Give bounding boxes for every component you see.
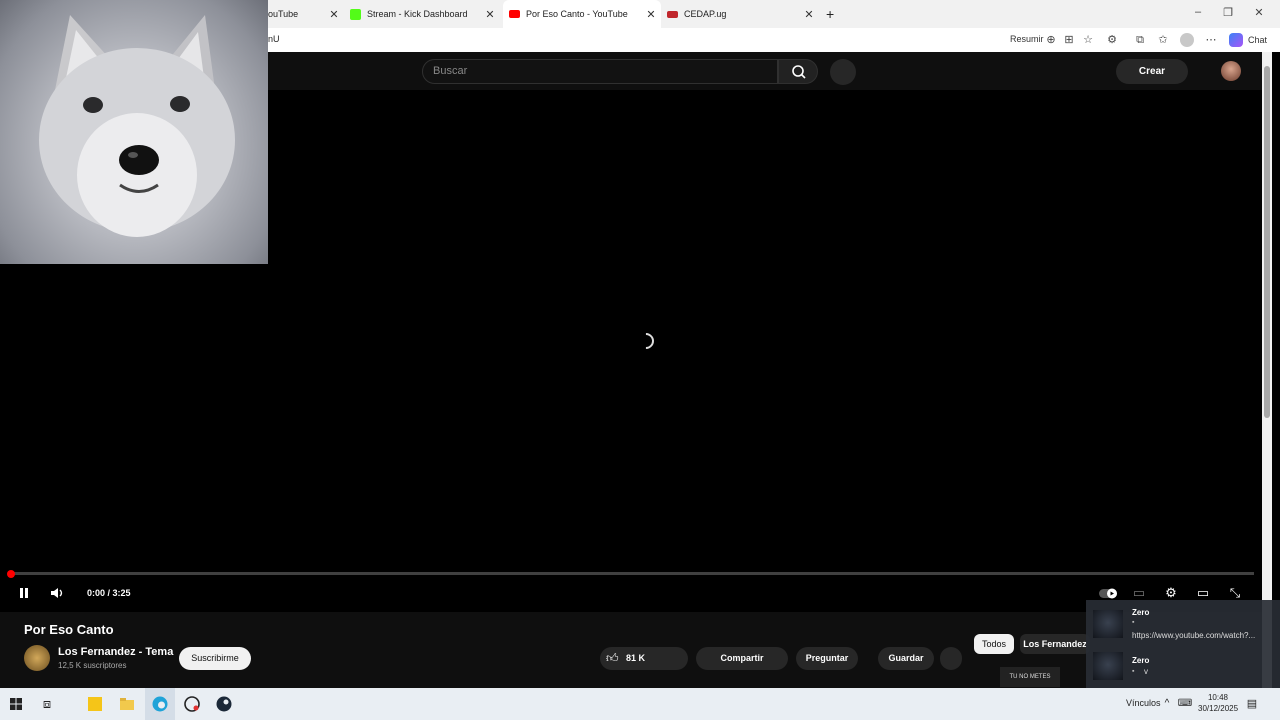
share-button[interactable]: Compartir <box>696 647 788 670</box>
clock-time: 10:48 <box>1207 693 1229 702</box>
thumbs-up-icon: 👍︎ <box>606 651 619 665</box>
volume-button[interactable] <box>48 585 66 601</box>
chat-username: Zero <box>1132 656 1150 665</box>
video-title: Por Eso Canto <box>24 622 114 637</box>
youtube-icon <box>509 10 520 18</box>
chat-badge-icon: ▪ <box>1132 668 1135 675</box>
voice-search-button[interactable] <box>830 59 856 85</box>
chat-label[interactable]: Chat <box>1248 35 1267 45</box>
webcam-overlay <box>0 0 268 264</box>
channel-name[interactable]: Los Fernandez - Tema <box>58 646 173 658</box>
steam-logo-icon <box>216 696 232 712</box>
chip-channel[interactable]: Los Fernandez <box>1020 634 1090 654</box>
chat-message: v <box>1144 667 1148 676</box>
address-bar[interactable]: nU <box>268 34 280 44</box>
close-tab-icon[interactable]: ✕ <box>328 8 340 21</box>
channel-avatar[interactable] <box>24 645 50 671</box>
tab-label: Por Eso Canto - YouTube <box>526 9 628 19</box>
avatar[interactable] <box>1221 61 1241 81</box>
recommended-thumbnail[interactable]: TU NO METES CABRA <box>1000 667 1060 700</box>
plus-icon: + <box>826 6 835 22</box>
tab-youtube[interactable]: ouTube ✕ <box>268 0 340 28</box>
edge-browser-icon[interactable] <box>150 694 170 714</box>
chevron-up-icon[interactable]: ^ <box>1157 694 1177 714</box>
chat-avatar <box>1093 652 1123 680</box>
favorites-icon[interactable]: ✩ <box>1156 33 1170 47</box>
task-view-icon[interactable]: ⧈ <box>37 694 57 714</box>
chat-badge-icon: ▪ <box>1132 619 1135 626</box>
cedap-icon <box>667 10 678 18</box>
pause-icon <box>20 588 28 598</box>
close-tab-icon[interactable]: ✕ <box>484 8 496 21</box>
folder-icon <box>120 698 134 710</box>
create-button[interactable]: Crear <box>1116 59 1188 84</box>
profile-icon[interactable] <box>1180 33 1194 47</box>
tab-label: Stream - Kick Dashboard <box>367 9 468 19</box>
tab-label: CEDAP.ug <box>684 9 727 19</box>
chat-message: https://www.youtube.com/watch?... <box>1132 631 1256 640</box>
save-button[interactable]: Guardar <box>878 647 934 670</box>
minimize-icon[interactable]: – <box>1191 6 1205 18</box>
recorder-icon <box>184 696 200 712</box>
search-input[interactable]: Buscar <box>422 59 778 84</box>
chat-username: Zero <box>1132 608 1150 617</box>
extensions-icon[interactable]: ⚙ <box>1105 33 1119 47</box>
kick-icon <box>350 8 361 20</box>
volume-icon <box>51 588 63 598</box>
edge-icon <box>152 696 168 712</box>
new-tab-button[interactable]: + <box>826 0 840 28</box>
windows-start-icon[interactable] <box>6 694 26 714</box>
theater-mode-icon[interactable]: ▭ <box>1194 585 1212 601</box>
notification-icon[interactable]: ▤ <box>1242 694 1262 714</box>
favorite-star-icon[interactable]: ☆ <box>1081 33 1095 47</box>
autoplay-toggle[interactable] <box>1098 585 1120 601</box>
progress-scrubber[interactable] <box>7 570 15 578</box>
tray-links-label[interactable]: Vínculos <box>1126 698 1161 708</box>
tab-label: ouTube <box>268 9 299 19</box>
scrollbar-thumb[interactable] <box>1264 66 1270 418</box>
ask-button[interactable]: Preguntar <box>796 647 858 670</box>
subscribe-button[interactable]: Suscribirme <box>179 647 251 670</box>
subtitles-icon[interactable]: ▭ <box>1130 585 1148 601</box>
likes-count: 81 K <box>626 653 646 663</box>
windows-logo-icon <box>10 698 22 710</box>
more-menu-icon[interactable]: ⋯ <box>1204 33 1218 47</box>
read-aloud-icon[interactable]: ⊕ <box>1044 33 1058 47</box>
close-window-icon[interactable]: ✕ <box>1252 6 1266 19</box>
autoplay-icon <box>1099 588 1117 599</box>
chip-all[interactable]: Todos <box>974 634 1014 654</box>
chat-avatar <box>1093 610 1123 638</box>
apps-icon[interactable]: ⊞ <box>1062 33 1076 47</box>
copilot-icon[interactable] <box>1229 33 1243 47</box>
progress-bar[interactable] <box>10 572 1254 575</box>
wolf-image <box>39 15 235 237</box>
sticky-notes-icon[interactable] <box>85 694 105 714</box>
obs-icon[interactable] <box>182 694 202 714</box>
keyboard-icon[interactable]: ⌨ <box>1175 694 1195 714</box>
clock-date: 30/12/2025 <box>1198 704 1239 713</box>
split-screen-icon[interactable]: ⧉ <box>1133 33 1147 47</box>
summarize-button[interactable]: Resumir <box>1010 34 1044 44</box>
fullscreen-icon[interactable]: ⤡ <box>1226 585 1244 601</box>
maximize-icon[interactable]: ❐ <box>1221 6 1235 19</box>
file-explorer-icon[interactable] <box>117 694 137 714</box>
note-icon <box>88 697 102 711</box>
steam-icon[interactable] <box>214 694 234 714</box>
search-icon <box>792 65 806 79</box>
subscriber-count: 12,5 K suscriptores <box>58 661 127 670</box>
more-actions-button[interactable] <box>940 647 962 670</box>
pause-button[interactable] <box>15 585 33 601</box>
close-tab-icon[interactable]: ✕ <box>803 8 815 21</box>
time-display: 0:00 / 3:25 <box>87 588 131 598</box>
settings-gear-icon[interactable]: ⚙ <box>1162 585 1180 601</box>
tab-por-eso-canto[interactable]: Por Eso Canto - YouTube ✕ <box>503 0 661 28</box>
tab-kick-dashboard[interactable]: Stream - Kick Dashboard ✕ <box>346 0 498 28</box>
system-clock[interactable]: 10:48 30/12/2025 <box>1198 692 1238 714</box>
search-button[interactable] <box>778 59 818 84</box>
close-tab-icon[interactable]: ✕ <box>645 8 657 21</box>
tab-cedap[interactable]: CEDAP.ug ✕ <box>665 0 817 28</box>
